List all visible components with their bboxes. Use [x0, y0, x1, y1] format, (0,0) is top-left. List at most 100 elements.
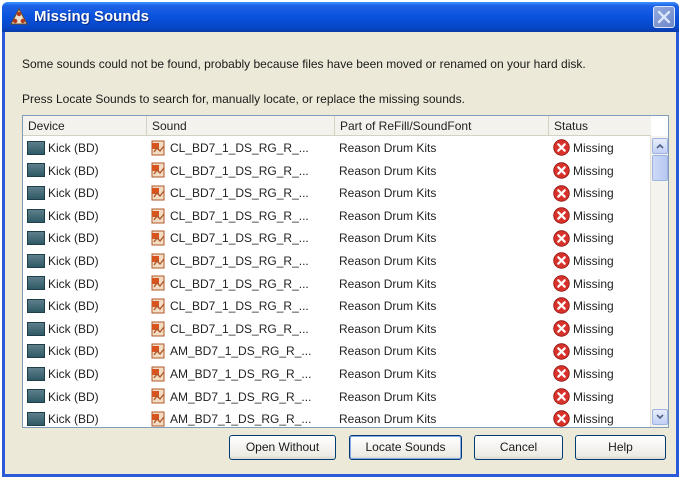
sound-cell: CL_BD7_1_DS_RG_R_...	[151, 227, 336, 250]
device-cell: Kick (BD)	[27, 205, 145, 228]
chevron-up-icon	[656, 143, 664, 149]
cancel-button[interactable]: Cancel	[474, 435, 563, 460]
instruction-message: Press Locate Sounds to search for, manua…	[22, 92, 465, 106]
part-cell: Reason Drum Kits	[339, 231, 437, 246]
sound-cell: CL_BD7_1_DS_RG_R_...	[151, 137, 336, 160]
close-button[interactable]	[653, 6, 675, 28]
status-cell: Missing	[553, 273, 649, 296]
scroll-up-button[interactable]	[652, 138, 668, 154]
error-icon	[553, 230, 570, 247]
sound-file-icon	[151, 230, 165, 246]
device-name: Kick (BD)	[48, 276, 99, 291]
error-icon	[553, 365, 570, 382]
device-cell: Kick (BD)	[27, 318, 145, 341]
open-without-button[interactable]: Open Without	[229, 435, 336, 460]
sound-file-icon	[151, 185, 165, 201]
part-cell: Reason Drum Kits	[339, 276, 437, 291]
device-name: Kick (BD)	[48, 321, 99, 336]
part-cell: Reason Drum Kits	[339, 141, 437, 155]
table-row[interactable]: Kick (BD) CL_BD7_1_DS_RG_R_... Reason Drum…	[23, 182, 651, 205]
sound-cell: AM_BD7_1_DS_RG_R_...	[151, 340, 336, 363]
status-cell: Missing	[553, 250, 649, 273]
table-row[interactable]: Kick (BD) AM_BD7_1_DS_RG_R_... Reason Drum…	[23, 386, 651, 409]
device-name: Kick (BD)	[48, 208, 99, 223]
table-row[interactable]: Kick (BD) CL_BD7_1_DS_RG_R_... Reason Drum…	[23, 273, 651, 296]
table-row[interactable]: Kick (BD) CL_BD7_1_DS_RG_R_... Reason Drum…	[23, 227, 651, 250]
sound-name: AM_BD7_1_DS_RG_R_...	[170, 389, 312, 404]
device-cell: Kick (BD)	[27, 363, 145, 386]
device-name: Kick (BD)	[48, 186, 99, 201]
table-row[interactable]: Kick (BD) AM_BD7_1_DS_RG_R_... Reason Drum…	[23, 340, 651, 363]
device-icon	[27, 321, 45, 336]
sound-file-icon	[151, 162, 165, 178]
sound-name: CL_BD7_1_DS_RG_R_...	[170, 141, 309, 155]
status-badge: Missing	[573, 208, 614, 223]
title-bar[interactable]: Missing Sounds	[2, 2, 679, 32]
status-badge: Missing	[573, 253, 614, 268]
sound-name: CL_BD7_1_DS_RG_R_...	[170, 321, 309, 336]
status-cell: Missing	[553, 182, 649, 205]
status-cell: Missing	[553, 363, 649, 386]
part-cell: Reason Drum Kits	[339, 389, 437, 404]
table-row[interactable]: Kick (BD) CL_BD7_1_DS_RG_R_... Reason Drum…	[23, 295, 651, 318]
missing-sounds-list[interactable]: Device Sound Part of ReFill/SoundFont St…	[22, 115, 669, 428]
part-cell: Reason Drum Kits	[339, 186, 437, 201]
status-badge: Missing	[573, 389, 614, 404]
error-icon	[553, 207, 570, 224]
status-badge: Missing	[573, 276, 614, 291]
table-row[interactable]: Kick (BD) CL_BD7_1_DS_RG_R_... Reason Drum…	[23, 137, 651, 160]
sound-name: AM_BD7_1_DS_RG_R_...	[170, 366, 312, 381]
device-icon	[27, 344, 45, 359]
status-cell: Missing	[553, 205, 649, 228]
table-row[interactable]: Kick (BD) AM_BD7_1_DS_RG_R_... Reason Drum…	[23, 408, 651, 427]
table-row[interactable]: Kick (BD) AM_BD7_1_DS_RG_R_... Reason Drum…	[23, 363, 651, 386]
sound-cell: CL_BD7_1_DS_RG_R_...	[151, 295, 336, 318]
device-icon	[27, 276, 45, 291]
table-row[interactable]: Kick (BD) CL_BD7_1_DS_RG_R_... Reason Drum…	[23, 250, 651, 273]
column-header-device[interactable]: Device	[23, 116, 147, 136]
scroll-down-button[interactable]	[652, 409, 668, 425]
chevron-down-icon	[656, 414, 664, 420]
device-name: Kick (BD)	[48, 412, 99, 427]
status-cell: Missing	[553, 295, 649, 318]
device-cell: Kick (BD)	[27, 250, 145, 273]
sound-cell: CL_BD7_1_DS_RG_R_...	[151, 250, 336, 273]
device-icon	[27, 389, 45, 404]
list-header: Device Sound Part of ReFill/SoundFont St…	[23, 116, 651, 136]
device-cell: Kick (BD)	[27, 386, 145, 409]
device-name: Kick (BD)	[48, 141, 99, 155]
locate-sounds-button[interactable]: Locate Sounds	[349, 435, 462, 460]
table-row[interactable]: Kick (BD) CL_BD7_1_DS_RG_R_... Reason Drum…	[23, 160, 651, 183]
device-icon	[27, 186, 45, 201]
device-cell: Kick (BD)	[27, 182, 145, 205]
sound-name: AM_BD7_1_DS_RG_R_...	[170, 412, 312, 427]
sound-file-icon	[151, 366, 165, 382]
device-cell: Kick (BD)	[27, 408, 145, 427]
column-header-sound[interactable]: Sound	[147, 116, 335, 136]
column-header-part[interactable]: Part of ReFill/SoundFont	[335, 116, 549, 136]
device-icon	[27, 298, 45, 313]
table-row[interactable]: Kick (BD) CL_BD7_1_DS_RG_R_... Reason Drum…	[23, 318, 651, 341]
error-icon	[553, 410, 570, 427]
table-row[interactable]: Kick (BD) CL_BD7_1_DS_RG_R_... Reason Drum…	[23, 205, 651, 228]
device-cell: Kick (BD)	[27, 227, 145, 250]
sound-file-icon	[151, 321, 165, 337]
window-title: Missing Sounds	[34, 8, 150, 25]
device-name: Kick (BD)	[48, 366, 99, 381]
sound-name: CL_BD7_1_DS_RG_R_...	[170, 231, 309, 246]
column-header-status[interactable]: Status	[549, 116, 651, 136]
sound-file-icon	[151, 411, 165, 427]
sound-cell: AM_BD7_1_DS_RG_R_...	[151, 363, 336, 386]
list-rows: Kick (BD) CL_BD7_1_DS_RG_R_... Reason Drum…	[23, 137, 651, 427]
device-name: Kick (BD)	[48, 163, 99, 178]
help-button[interactable]: Help	[575, 435, 666, 460]
device-cell: Kick (BD)	[27, 137, 145, 160]
status-cell: Missing	[553, 227, 649, 250]
sound-cell: AM_BD7_1_DS_RG_R_...	[151, 386, 336, 409]
scroll-thumb[interactable]	[652, 155, 668, 181]
status-badge: Missing	[573, 141, 614, 155]
device-name: Kick (BD)	[48, 344, 99, 359]
vertical-scrollbar[interactable]	[650, 136, 668, 427]
sound-name: CL_BD7_1_DS_RG_R_...	[170, 253, 309, 268]
status-cell: Missing	[553, 386, 649, 409]
